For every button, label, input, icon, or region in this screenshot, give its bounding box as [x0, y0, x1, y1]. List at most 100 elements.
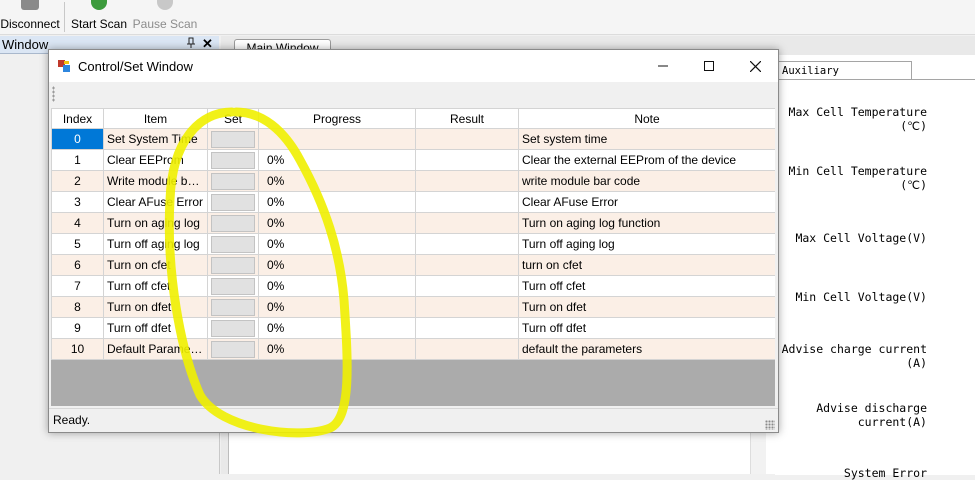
- maximize-button[interactable]: [686, 50, 732, 82]
- column-header-note[interactable]: Note: [518, 108, 775, 129]
- dialog-title: Control/Set Window: [78, 59, 193, 74]
- app-icon: [58, 60, 70, 72]
- cell-result: [415, 317, 519, 339]
- set-button[interactable]: [211, 193, 255, 211]
- table-row[interactable]: 10 Default Parameters 0% default the parame…: [51, 338, 775, 360]
- start-scan-button[interactable]: Start Scan: [70, 0, 128, 34]
- cell-set[interactable]: [207, 149, 259, 171]
- cell-set[interactable]: [207, 254, 259, 276]
- column-header-set[interactable]: Set: [207, 108, 259, 129]
- cell-index[interactable]: 8: [51, 296, 104, 318]
- cell-index[interactable]: 4: [51, 212, 104, 234]
- set-button[interactable]: [211, 172, 255, 190]
- toolstrip-grip-icon[interactable]: [52, 86, 55, 102]
- cell-set[interactable]: [207, 317, 259, 339]
- cell-index[interactable]: 3: [51, 191, 104, 213]
- set-button[interactable]: [211, 235, 255, 253]
- cell-item[interactable]: Turn on aging log: [103, 212, 208, 234]
- table-row[interactable]: 5 Turn off aging log 0% Turn off aging log: [51, 233, 775, 255]
- cell-note: Clear AFuse Error: [518, 191, 775, 213]
- table-header-row: Index Item Set Progress Result Note: [51, 108, 775, 129]
- cell-index[interactable]: 5: [51, 233, 104, 255]
- cell-set[interactable]: [207, 191, 259, 213]
- tab-auxiliary-information[interactable]: Auxiliary Information: [778, 61, 912, 95]
- table-row[interactable]: 9 Turn off dfet 0% Turn off dfet: [51, 317, 775, 339]
- disconnect-button[interactable]: Disconnect: [0, 0, 60, 34]
- aux-label: Advise discharge: [816, 401, 927, 415]
- aux-max-cell-voltage: Max Cell Voltage(V): [757, 231, 927, 245]
- cell-item[interactable]: Clear EEProm: [103, 149, 208, 171]
- cell-result: [415, 170, 519, 192]
- pause-scan-button[interactable]: Pause Scan: [133, 0, 197, 34]
- table-row[interactable]: 0 Set System Time Set system time: [51, 128, 775, 150]
- table-row[interactable]: 3 Clear AFuse Error 0% Clear AFuse Error: [51, 191, 775, 213]
- cell-index[interactable]: 1: [51, 149, 104, 171]
- cell-item[interactable]: Turn off dfet: [103, 317, 208, 339]
- aux-unit: current(A): [857, 415, 927, 429]
- cell-set[interactable]: [207, 170, 259, 192]
- aux-unit: (℃): [900, 178, 927, 192]
- cell-result: [415, 212, 519, 234]
- cell-result: [415, 254, 519, 276]
- set-button[interactable]: [211, 214, 255, 232]
- resize-grip-icon[interactable]: [765, 420, 775, 430]
- aux-advise-charge-current: Advise charge current (A): [757, 342, 927, 370]
- control-grid: Index Item Set Progress Result Note 0 Set…: [51, 108, 775, 406]
- cell-set[interactable]: [207, 212, 259, 234]
- cell-item[interactable]: Turn off aging log: [103, 233, 208, 255]
- cell-index[interactable]: 10: [51, 338, 104, 360]
- cell-set[interactable]: [207, 233, 259, 255]
- set-button[interactable]: [211, 151, 255, 169]
- control-set-dialog: Control/Set Window Index Item Set Progre…: [48, 49, 779, 433]
- column-header-result[interactable]: Result: [415, 108, 519, 129]
- cell-item[interactable]: Write module bar ...: [103, 170, 208, 192]
- cell-index[interactable]: 0: [51, 128, 104, 150]
- cell-index[interactable]: 6: [51, 254, 104, 276]
- cell-set[interactable]: [207, 275, 259, 297]
- cell-item[interactable]: Set System Time: [103, 128, 208, 150]
- set-button[interactable]: [211, 340, 255, 358]
- table-row[interactable]: 8 Turn on dfet 0% Turn on dfet: [51, 296, 775, 318]
- cell-index[interactable]: 9: [51, 317, 104, 339]
- close-button[interactable]: [732, 50, 778, 82]
- cell-note: turn on cfet: [518, 254, 775, 276]
- pause-icon: [157, 0, 173, 10]
- cell-progress: 0%: [258, 275, 416, 297]
- cell-item[interactable]: Turn on dfet: [103, 296, 208, 318]
- cell-item[interactable]: Default Parameters: [103, 338, 208, 360]
- table-row[interactable]: 7 Turn off cfet 0% Turn off cfet: [51, 275, 775, 297]
- cell-progress: 0%: [258, 338, 416, 360]
- cell-index[interactable]: 7: [51, 275, 104, 297]
- cell-progress: 0%: [258, 212, 416, 234]
- set-button[interactable]: [211, 298, 255, 316]
- status-text: Ready.: [53, 413, 91, 427]
- set-button[interactable]: [211, 319, 255, 337]
- cell-note: Turn off aging log: [518, 233, 775, 255]
- table-row[interactable]: 6 Turn on cfet 0% turn on cfet: [51, 254, 775, 276]
- set-button[interactable]: [211, 277, 255, 295]
- cell-note: Turn off cfet: [518, 275, 775, 297]
- dialog-titlebar[interactable]: Control/Set Window: [49, 50, 778, 82]
- cell-item[interactable]: Turn on cfet: [103, 254, 208, 276]
- column-header-index[interactable]: Index: [51, 108, 104, 129]
- minimize-button[interactable]: [640, 50, 686, 82]
- set-button[interactable]: [211, 130, 255, 148]
- cell-item[interactable]: Clear AFuse Error: [103, 191, 208, 213]
- table-row[interactable]: 4 Turn on aging log 0% Turn on aging log fu…: [51, 212, 775, 234]
- aux-unit: (℃): [900, 119, 927, 133]
- cell-result: [415, 296, 519, 318]
- cell-item[interactable]: Turn off cfet: [103, 275, 208, 297]
- aux-label: Advise charge current: [781, 342, 927, 356]
- play-icon: [91, 0, 107, 10]
- cell-note: Clear the external EEProm of the device: [518, 149, 775, 171]
- table-row[interactable]: 1 Clear EEProm 0% Clear the external EEProm…: [51, 149, 775, 171]
- cell-set[interactable]: [207, 128, 259, 150]
- cell-set[interactable]: [207, 296, 259, 318]
- table-row[interactable]: 2 Write module bar ... 0% write module bar …: [51, 170, 775, 192]
- cell-result: [415, 149, 519, 171]
- cell-index[interactable]: 2: [51, 170, 104, 192]
- set-button[interactable]: [211, 256, 255, 274]
- column-header-progress[interactable]: Progress: [258, 108, 416, 129]
- cell-set[interactable]: [207, 338, 259, 360]
- column-header-item[interactable]: Item: [103, 108, 208, 129]
